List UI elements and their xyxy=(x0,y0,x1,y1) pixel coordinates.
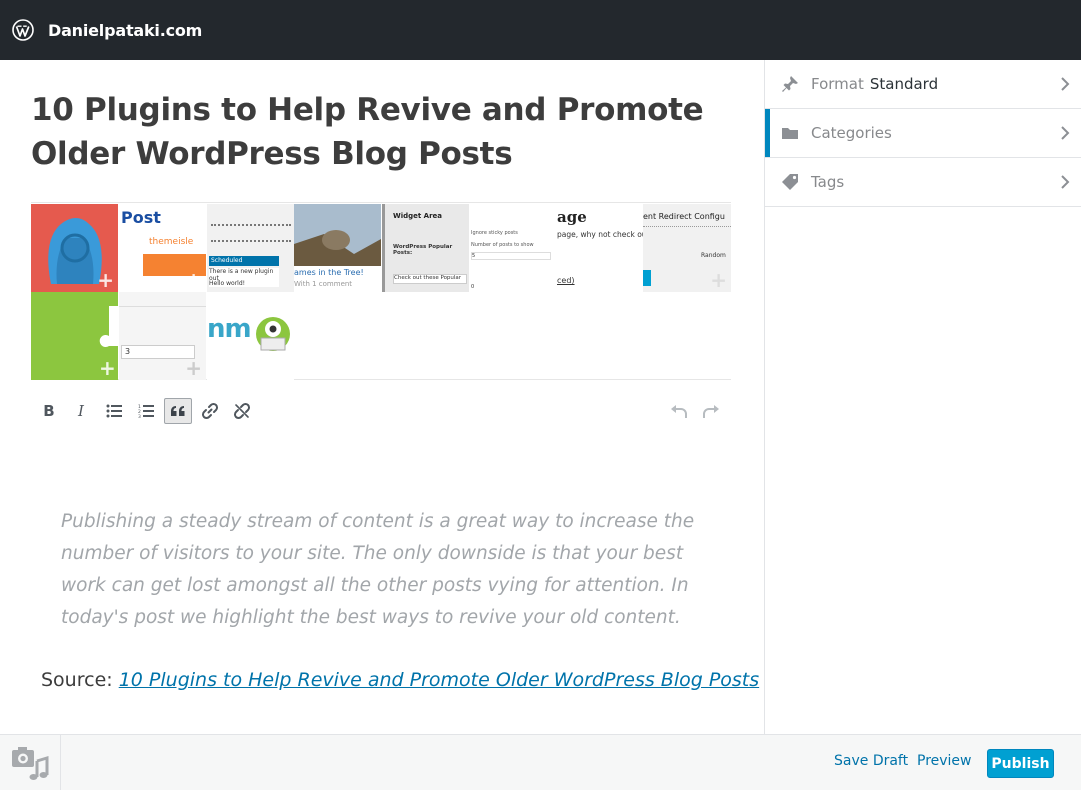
media-icon xyxy=(12,747,49,780)
gallery-thumb-number-select[interactable]: 3 + xyxy=(119,292,206,380)
thumb-text: 3 xyxy=(121,345,195,359)
add-icon: + xyxy=(185,356,202,380)
categories-row[interactable]: Categories xyxy=(765,109,1081,158)
source-label: Source: xyxy=(41,669,119,691)
gallery-block[interactable]: + Post themeisle + Scheduled There is a … xyxy=(31,202,731,380)
categories-label: Categories xyxy=(811,124,892,142)
chevron-right-icon xyxy=(1061,77,1070,91)
gallery-thumb-green-puzzle[interactable]: + xyxy=(31,292,118,380)
bulleted-list-button[interactable] xyxy=(100,398,128,424)
redo-icon xyxy=(703,405,719,418)
thumb-text: age xyxy=(557,208,587,226)
gallery-thumb-popular-options[interactable]: Ignore sticky posts Number of posts to s… xyxy=(469,204,557,292)
numbered-list-button[interactable]: 1 2 3 xyxy=(132,398,160,424)
site-name[interactable]: Danielpataki.com xyxy=(48,21,202,40)
bold-button[interactable]: B xyxy=(35,398,63,424)
gallery-thumb-redirect[interactable]: ent Redirect Configu Random + xyxy=(643,204,731,292)
wordpress-logo-icon[interactable] xyxy=(12,19,34,41)
thumb-text: Ignore sticky posts xyxy=(471,230,518,236)
editor-toolbar: B I 1 2 3 xyxy=(31,394,731,426)
format-label-group: Format Standard xyxy=(811,75,938,93)
cat-tree-image-icon xyxy=(294,204,381,292)
thumb-subtext: Hello world! xyxy=(209,280,279,287)
tags-row[interactable]: Tags xyxy=(765,158,1081,207)
undo-button[interactable] xyxy=(665,398,693,424)
add-media-button[interactable] xyxy=(0,735,61,790)
gallery-thumb-page[interactable]: age page, why not check out t ced) xyxy=(557,204,643,292)
gallery-thumb-wp-hoodie[interactable]: + xyxy=(31,204,118,292)
thumb-text: ames in the Tree! xyxy=(294,268,364,277)
link-icon xyxy=(201,402,219,420)
save-draft-button[interactable]: Save Draft xyxy=(834,753,908,769)
thumb-text: 5 xyxy=(471,252,551,260)
gallery-thumb-widget-area[interactable]: Widget Area WordPress Popular Posts: Che… xyxy=(382,204,469,292)
thumb-subtext: page, why not check out t xyxy=(557,230,643,239)
post-settings-sidebar: Format Standard Categories Tags xyxy=(764,60,1081,734)
thumb-text: Scheduled xyxy=(209,256,279,266)
editor-footer: Save Draft Preview Publish xyxy=(0,734,1081,790)
thumb-text: Widget Area xyxy=(393,212,443,220)
numbered-list-icon: 1 2 3 xyxy=(138,404,154,418)
chevron-right-icon xyxy=(1061,175,1070,189)
preview-button[interactable]: Preview xyxy=(917,753,972,769)
gallery-thumb-cat-tree[interactable]: ames in the Tree! With 1 comment xyxy=(294,204,381,292)
gallery-thumb-editor-toolbar[interactable]: Scheduled There is a new plugin out Hell… xyxy=(207,204,294,292)
pin-icon xyxy=(782,76,798,92)
undo-icon xyxy=(671,405,687,418)
gallery-thumb-post-themeisle[interactable]: Post themeisle + xyxy=(119,204,206,292)
redo-button[interactable] xyxy=(697,398,725,424)
chevron-right-icon xyxy=(1061,126,1070,140)
thumb-text: 0 xyxy=(471,284,475,290)
editor-area: 10 Plugins to Help Revive and Promote Ol… xyxy=(0,60,764,734)
monster-mascot-icon xyxy=(256,317,290,351)
unlink-icon xyxy=(233,402,251,420)
format-value: Standard xyxy=(869,75,939,93)
add-icon: + xyxy=(97,268,114,292)
add-icon: + xyxy=(710,268,727,292)
thumb-subtext: With 1 comment xyxy=(294,280,353,288)
tags-label: Tags xyxy=(811,173,845,191)
italic-label: I xyxy=(78,402,84,420)
bold-label: B xyxy=(43,402,55,420)
thumb-subtext: Check out these Popular xyxy=(393,274,467,284)
add-icon: + xyxy=(185,268,202,292)
thumb-subtext: WordPress Popular Posts: xyxy=(393,244,453,256)
insert-link-button[interactable] xyxy=(196,398,224,424)
bullet-list-icon xyxy=(106,404,122,418)
thumb-subtext: Random xyxy=(701,252,726,259)
source-line: Source: 10 Plugins to Help Revive and Pr… xyxy=(41,665,759,695)
thumb-text: nm xyxy=(207,314,252,344)
quote-icon xyxy=(171,406,185,416)
post-title-input[interactable]: 10 Plugins to Help Revive and Promote Ol… xyxy=(31,88,746,176)
gallery-thumb-optinmonster[interactable]: nm xyxy=(207,292,294,380)
blockquote-button[interactable] xyxy=(164,398,192,424)
blockquote-text[interactable]: Publishing a steady stream of content is… xyxy=(61,506,721,634)
masterbar: Danielpataki.com xyxy=(0,0,1081,60)
tag-icon xyxy=(782,174,798,190)
thumb-text: ent Redirect Configu xyxy=(643,212,725,221)
thumb-text: Number of posts to show xyxy=(471,242,534,248)
svg-text:3: 3 xyxy=(138,414,141,418)
source-link[interactable]: 10 Plugins to Help Revive and Promote Ol… xyxy=(119,669,759,691)
folder-icon xyxy=(782,128,798,139)
add-icon: + xyxy=(99,356,116,380)
format-label: Format xyxy=(811,75,864,93)
remove-link-button[interactable] xyxy=(228,398,256,424)
thumb-text: Post xyxy=(121,208,161,227)
format-row[interactable]: Format Standard xyxy=(765,60,1081,109)
italic-button[interactable]: I xyxy=(67,398,95,424)
thumb-subtext: themeisle xyxy=(149,237,194,247)
publish-button[interactable]: Publish xyxy=(987,749,1054,778)
